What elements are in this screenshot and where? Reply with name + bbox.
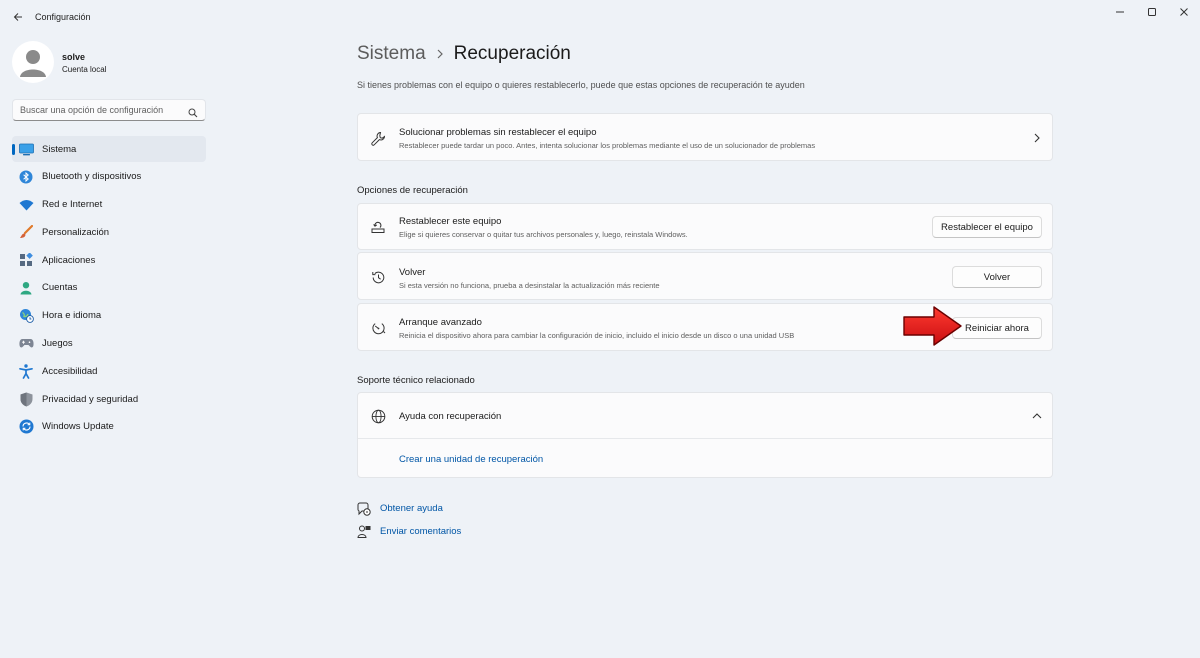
accounts-icon xyxy=(18,280,34,296)
recovery-help-card: Ayuda con recuperación Crear una unidad … xyxy=(357,392,1053,478)
apps-icon xyxy=(18,252,34,268)
settings-search[interactable] xyxy=(12,99,206,121)
gamepad-icon xyxy=(18,336,34,352)
sidebar-item-sistema[interactable]: Sistema xyxy=(12,136,206,162)
user-avatar-icon xyxy=(20,50,46,77)
create-recovery-drive-link[interactable]: Crear una unidad de recuperación xyxy=(399,454,543,465)
sidebar-item-label: Red e Internet xyxy=(42,199,103,211)
reset-pc-icon xyxy=(370,219,386,235)
sidebar-item-label: Juegos xyxy=(42,338,73,350)
advanced-startup-icon xyxy=(370,320,386,336)
minimize-button[interactable] xyxy=(1105,4,1135,20)
red-arrow-annotation xyxy=(903,306,962,346)
send-feedback-link[interactable]: Enviar comentarios xyxy=(380,526,461,537)
title-bar: Configuración xyxy=(0,0,1200,34)
close-icon xyxy=(1180,8,1188,16)
feedback-icon xyxy=(357,525,371,539)
support-section-header: Soporte técnico relacionado xyxy=(357,375,475,386)
sidebar-item-label: Windows Update xyxy=(42,421,114,433)
update-icon xyxy=(18,419,34,435)
sidebar-item-aplicaciones[interactable]: Aplicaciones xyxy=(12,247,206,273)
sidebar-item-label: Hora e idioma xyxy=(42,310,102,322)
troubleshoot-subtitle: Restablecer puede tardar un poco. Antes,… xyxy=(399,141,816,150)
sidebar-item-windows-update[interactable]: Windows Update xyxy=(12,414,206,440)
user-name: solve xyxy=(62,52,86,62)
get-help-link[interactable]: Obtener ayuda xyxy=(380,503,443,514)
recovery-help-title: Ayuda con recuperación xyxy=(399,411,502,422)
sidebar-item-label: Bluetooth y dispositivos xyxy=(42,171,142,183)
sidebar-item-cuentas[interactable]: Cuentas xyxy=(12,275,206,301)
reset-pc-title: Restablecer este equipo xyxy=(399,216,502,227)
maximize-button[interactable] xyxy=(1137,4,1167,20)
breadcrumb: Sistema Recuperación xyxy=(357,42,571,66)
wifi-icon xyxy=(18,197,34,213)
bluetooth-icon xyxy=(18,169,34,185)
globe-clock-icon xyxy=(18,308,34,324)
maximize-icon xyxy=(1148,8,1156,16)
chevron-right-icon xyxy=(436,49,444,59)
sidebar-item-red[interactable]: Red e Internet xyxy=(12,192,206,218)
wrench-icon xyxy=(370,130,386,146)
shield-icon xyxy=(18,391,34,407)
search-icon[interactable] xyxy=(188,105,198,123)
account-type: Cuenta local xyxy=(62,65,107,74)
sidebar-item-privacidad[interactable]: Privacidad y seguridad xyxy=(12,386,206,412)
sidebar-item-label: Privacidad y seguridad xyxy=(42,393,139,405)
advanced-startup-subtitle: Reinicia el dispositivo ahora para cambi… xyxy=(399,331,795,340)
chevron-up-icon xyxy=(1030,409,1044,423)
page-description: Si tienes problemas con el equipo o quie… xyxy=(357,80,805,90)
recovery-section-header: Opciones de recuperación xyxy=(357,185,468,196)
sidebar-item-hora[interactable]: Hora e idioma xyxy=(12,303,206,329)
avatar xyxy=(12,41,54,83)
go-back-button[interactable]: Volver xyxy=(952,266,1042,288)
troubleshoot-card[interactable]: Solucionar problemas sin restablecer el … xyxy=(357,113,1053,161)
globe-icon xyxy=(370,408,386,424)
go-back-card: Volver Si esta versión no funciona, prue… xyxy=(357,252,1053,300)
sidebar-item-accesibilidad[interactable]: Accesibilidad xyxy=(12,358,206,384)
sidebar-nav: Sistema Bluetooth y dispositivos Red e I… xyxy=(12,136,206,442)
sidebar-item-label: Accesibilidad xyxy=(42,365,98,377)
reset-pc-subtitle: Elige si quieres conservar o quitar tus … xyxy=(399,230,688,239)
sidebar-item-personalizacion[interactable]: Personalización xyxy=(12,219,206,245)
go-back-subtitle: Si esta versión no funciona, prueba a de… xyxy=(399,281,660,290)
sidebar-item-bluetooth[interactable]: Bluetooth y dispositivos xyxy=(12,164,206,190)
app-title: Configuración xyxy=(35,12,91,22)
accessibility-icon xyxy=(18,363,34,379)
close-button[interactable] xyxy=(1169,4,1199,20)
page-title: Recuperación xyxy=(453,43,571,64)
troubleshoot-title: Solucionar problemas sin restablecer el … xyxy=(399,127,597,138)
search-input[interactable] xyxy=(20,103,185,117)
sidebar-item-label: Sistema xyxy=(42,143,77,155)
sidebar-item-label: Aplicaciones xyxy=(42,254,96,266)
recovery-help-header[interactable]: Ayuda con recuperación xyxy=(358,393,1052,439)
brush-icon xyxy=(18,224,34,240)
back-arrow-icon xyxy=(13,13,22,21)
reset-pc-button[interactable]: Restablecer el equipo xyxy=(932,216,1042,238)
go-back-title: Volver xyxy=(399,267,426,278)
history-icon xyxy=(370,269,386,285)
sidebar-item-label: Cuentas xyxy=(42,282,78,294)
restart-now-button[interactable]: Reiniciar ahora xyxy=(952,317,1042,339)
sidebar-item-juegos[interactable]: Juegos xyxy=(12,331,206,357)
system-icon xyxy=(18,141,34,157)
minimize-icon xyxy=(1116,11,1124,13)
breadcrumb-parent[interactable]: Sistema xyxy=(357,43,426,65)
sidebar-item-label: Personalización xyxy=(42,226,110,238)
back-button[interactable] xyxy=(8,8,28,26)
get-help-icon xyxy=(357,502,371,516)
reset-pc-card: Restablecer este equipo Elige si quieres… xyxy=(357,203,1053,250)
chevron-right-icon xyxy=(1030,131,1044,145)
advanced-startup-title: Arranque avanzado xyxy=(399,317,482,328)
